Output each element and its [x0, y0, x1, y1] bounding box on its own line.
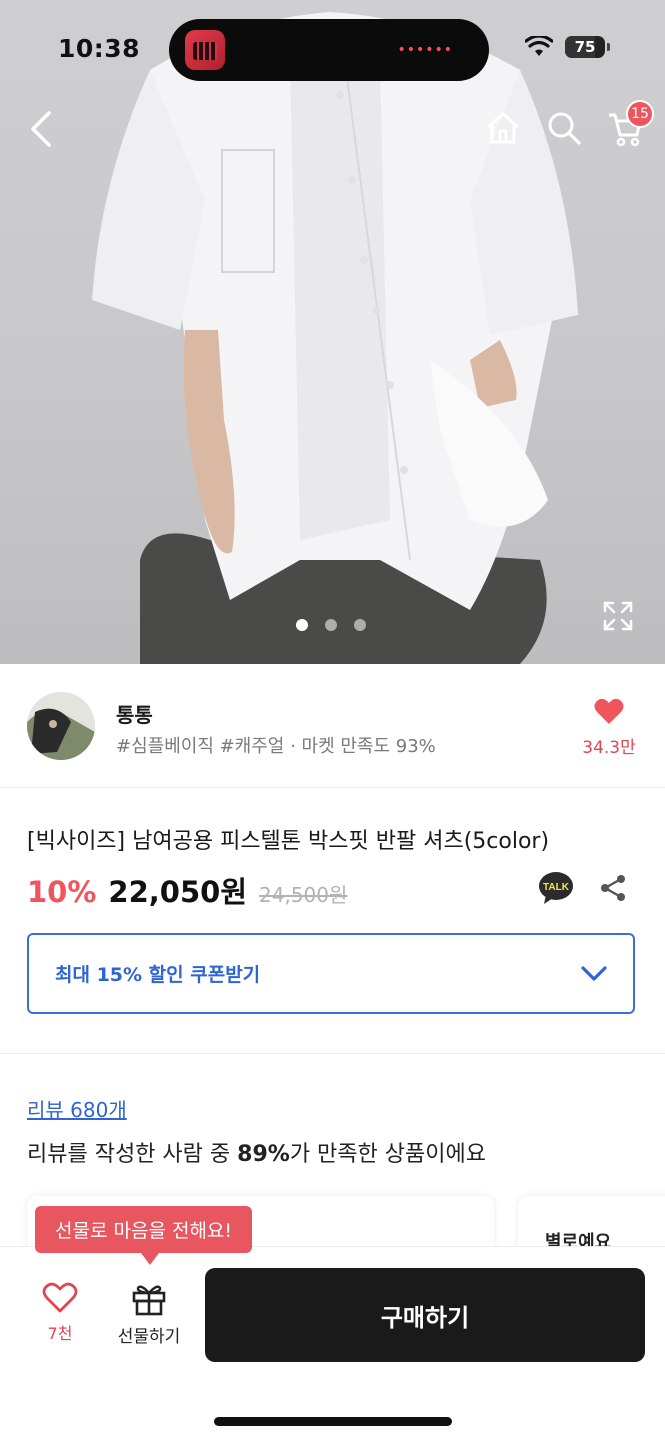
seller-name[interactable]: 통통: [116, 699, 153, 728]
kakao-talk-label: TALK: [543, 882, 570, 893]
satisfaction-rate: 89%: [237, 1142, 290, 1167]
back-button[interactable]: [26, 110, 56, 148]
review-count-link[interactable]: 리뷰 680개: [27, 1094, 127, 1123]
battery-icon: 75: [565, 36, 610, 58]
fullscreen-button[interactable]: [603, 601, 633, 631]
seller-tags: #심플베이직 #캐주얼 · 마켓 만족도 93%: [116, 736, 436, 757]
home-indicator: [214, 1417, 452, 1426]
chevron-left-icon: [31, 111, 51, 147]
gift-button[interactable]: 선물하기: [108, 1282, 190, 1347]
sale-price: 22,050원: [108, 875, 248, 909]
gallery-pagination: [296, 619, 366, 631]
search-button[interactable]: [546, 110, 582, 146]
cart-count-badge: 15: [626, 100, 654, 128]
seller-like-button[interactable]: 34.3만: [576, 698, 642, 758]
review-summary: 리뷰를 작성한 사람 중 89%가 만족한 상품이에요: [27, 1142, 486, 1167]
dynamic-island: ••••••: [169, 19, 489, 81]
seller-section[interactable]: 통통 #심플베이직 #캐주얼 · 마켓 만족도 93% 34.3만: [0, 664, 665, 788]
share-icon: [601, 875, 625, 901]
seller-like-count: 34.3만: [582, 738, 636, 758]
product-title: [빅사이즈] 남여공용 피스텔톤 박스핏 반팔 셔츠(5color): [27, 829, 550, 854]
share-button[interactable]: [598, 873, 628, 903]
product-info-section: [빅사이즈] 남여공용 피스텔톤 박스핏 반팔 셔츠(5color) 10% 2…: [0, 789, 665, 1054]
wifi-icon: [525, 36, 553, 56]
kakao-talk-button[interactable]: TALK: [538, 871, 574, 905]
heart-filled-icon: [594, 698, 624, 724]
coupon-button[interactable]: 최대 15% 할인 쿠폰받기: [27, 933, 635, 1014]
seller-avatar-image: [27, 692, 95, 760]
home-icon: [487, 112, 519, 144]
battery-text: 75: [574, 38, 596, 56]
discount-rate: 10%: [27, 875, 97, 909]
search-icon: [548, 112, 581, 145]
original-price: 24,500원: [259, 883, 348, 907]
gallery-dot[interactable]: [354, 619, 366, 631]
now-playing-app-icon: [185, 30, 225, 70]
price-row: 10% 22,050원 24,500원: [27, 869, 347, 911]
kakao-talk-icon: TALK: [539, 872, 573, 904]
status-time: 10:38: [58, 34, 141, 63]
gallery-dot[interactable]: [296, 619, 308, 631]
gift-icon: [132, 1285, 166, 1316]
coupon-label: 최대 15% 할인 쿠폰받기: [55, 964, 261, 986]
expand-icon: [603, 601, 633, 631]
gallery-dot[interactable]: [325, 619, 337, 631]
product-photo: [92, 12, 578, 664]
home-button[interactable]: [484, 110, 522, 146]
gift-tooltip: 선물로 마음을 전해요!: [35, 1206, 253, 1265]
wishlist-button[interactable]: 7천: [28, 1282, 92, 1344]
buy-button[interactable]: 구매하기: [205, 1268, 645, 1362]
heart-outline-icon: [42, 1282, 78, 1313]
recording-indicator-icon: ••••••: [397, 42, 453, 58]
status-icons: 75: [525, 36, 610, 58]
wishlist-count: 7천: [47, 1324, 73, 1343]
product-image-gallery[interactable]: 10:38 •••••• 75 15: [0, 0, 665, 664]
seller-avatar[interactable]: [27, 692, 95, 760]
chevron-down-icon: [581, 965, 607, 981]
gift-label: 선물하기: [117, 1327, 181, 1347]
